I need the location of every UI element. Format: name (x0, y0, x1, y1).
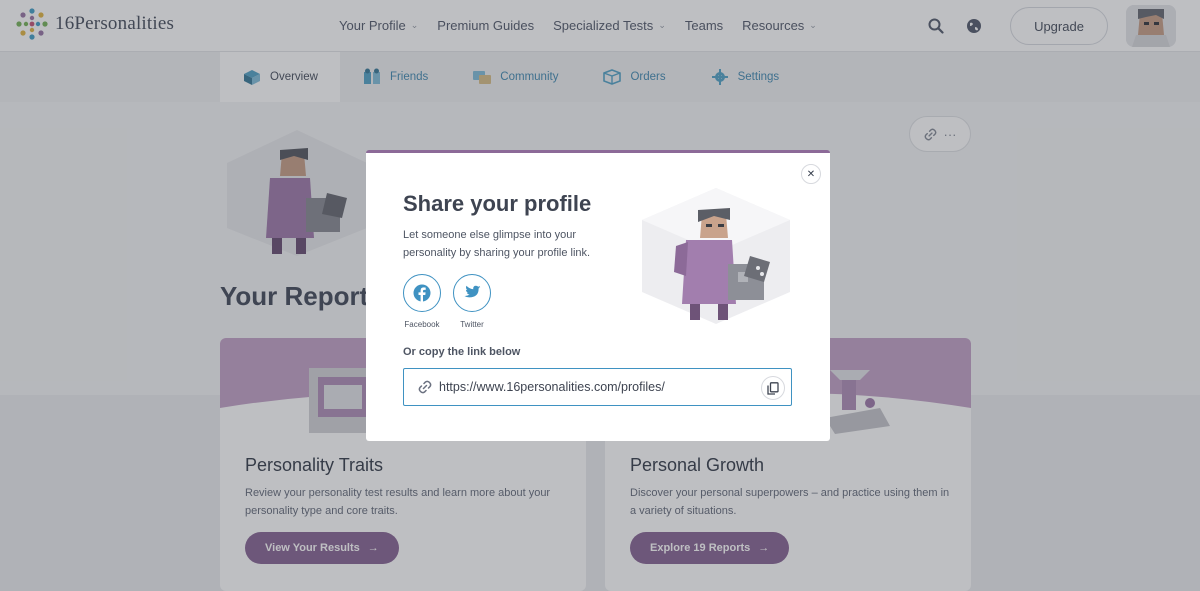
link-icon (418, 380, 432, 394)
copy-icon (767, 381, 779, 395)
share-profile-modal: ✕ Share your profile Let someone else gl… (366, 150, 830, 441)
share-twitter-button[interactable] (453, 274, 491, 312)
share-character-illustration (642, 188, 790, 324)
modal-title: Share your profile (403, 191, 592, 216)
profile-link-input[interactable] (439, 380, 749, 394)
facebook-label: Facebook (404, 320, 440, 329)
share-facebook-button[interactable] (403, 274, 441, 312)
close-icon: ✕ (806, 168, 816, 180)
twitter-label: Twitter (460, 320, 484, 329)
copy-link-label: Or copy the link below (403, 346, 521, 358)
facebook-icon (413, 284, 431, 302)
close-button[interactable]: ✕ (801, 164, 821, 184)
twitter-icon (464, 285, 481, 298)
profile-link-field (403, 368, 792, 406)
copy-link-button[interactable] (761, 376, 785, 400)
modal-description: Let someone else glimpse into your perso… (403, 229, 591, 259)
